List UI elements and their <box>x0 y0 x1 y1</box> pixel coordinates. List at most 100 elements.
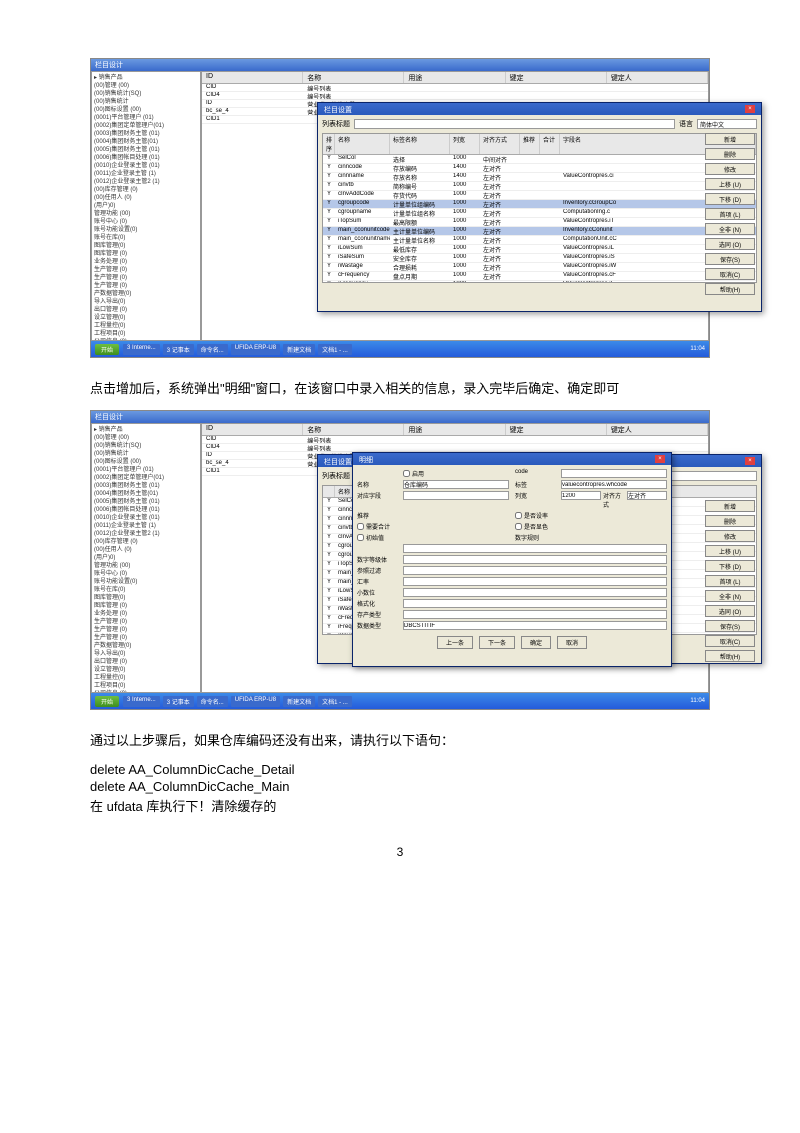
tree-item[interactable]: 工程项目(0) <box>94 330 198 338</box>
tree-item[interactable]: 工程量控(0) <box>94 674 198 682</box>
grid-row[interactable]: Ycinvtb简称编号1000左对齐 <box>323 182 756 191</box>
close-icon[interactable]: × <box>745 457 755 465</box>
taskbar-item[interactable]: UFIDA ERP-U8 <box>231 344 280 355</box>
dialog-button[interactable]: 首项 (L) <box>705 575 755 587</box>
tree-item[interactable]: 图库管理(0) <box>94 242 198 250</box>
tree-item[interactable]: 生产管理 (0) <box>94 634 198 642</box>
tree-item[interactable]: (0005)集团财务主管 (01) <box>94 498 198 506</box>
taskbar-item[interactable]: UFIDA ERP-U8 <box>231 696 280 707</box>
tree-item[interactable]: (00)库存管理 (0) <box>94 186 198 194</box>
dialog-button[interactable]: 全非 (N) <box>705 590 755 602</box>
dialog-button[interactable]: 新增 <box>705 500 755 512</box>
dialog-button[interactable]: 帮助(H) <box>705 650 755 662</box>
dialog-button[interactable]: 下移 (D) <box>705 560 755 572</box>
tree-panel[interactable]: ▸ 销售产品 (00)管理 (00) (00)销售统计(SQ) (00)销售统计… <box>91 71 201 341</box>
tree-item[interactable]: 设立管理(0) <box>94 666 198 674</box>
label-input[interactable] <box>561 480 667 489</box>
tree-item[interactable]: 管理功能 (00) <box>94 562 198 570</box>
tree-item[interactable]: (0005)集团财务主管 (01) <box>94 146 198 154</box>
dialog-button[interactable]: 上移 (U) <box>705 178 755 190</box>
columns-grid[interactable]: 排序名称标签名称列宽对齐方式推荐合计字段名 YSelCol选择1000中间对齐Y… <box>322 133 757 283</box>
grid-row[interactable]: YiWastage合理损耗1000左对齐ValueContropres.iW <box>323 263 756 272</box>
taskbar-item[interactable]: 文档1 - ... <box>318 344 352 355</box>
detail-button[interactable]: 上一条 <box>437 636 473 649</box>
list-title-input[interactable] <box>354 119 675 129</box>
tree-item[interactable]: 账号中心 (0) <box>94 218 198 226</box>
tree-item[interactable]: (0003)集团财务主管 (01) <box>94 130 198 138</box>
grid-row[interactable]: YiSafeSum安全库存1000左对齐ValueContropres.iS <box>323 254 756 263</box>
dialog-button[interactable]: 删除 <box>705 515 755 527</box>
tree-item[interactable]: 工程项目(0) <box>94 682 198 690</box>
tree-item[interactable]: (00)管理 (00) <box>94 82 198 90</box>
grid-row[interactable]: Ycinnname存放名称1400左对齐ValueContropres.ci <box>323 173 756 182</box>
sum-checkbox[interactable] <box>357 523 364 530</box>
width-input[interactable] <box>561 491 601 500</box>
start-button-2[interactable]: 开始 <box>95 696 119 707</box>
grid-row[interactable]: YcFrequency盘点月期1000左对齐ValueContropres.cF <box>323 272 756 281</box>
tree-item[interactable]: (0011)企业登录主管 (1) <box>94 522 198 530</box>
tree-item[interactable]: (0004)集团财务主管(01) <box>94 138 198 146</box>
grid-row[interactable]: YiFrequency盘点周期单位1000左对齐ValueContropres.… <box>323 281 756 283</box>
tree-item[interactable]: 公司信息 (0) <box>94 690 198 693</box>
taskbar-item[interactable]: 3 Interne... <box>123 696 160 707</box>
tree-item[interactable]: (00)库存管理 (0) <box>94 538 198 546</box>
grid-row[interactable]: Ycgroupcode计量单位组编码1000左对齐Inventory.cGrou… <box>323 200 756 209</box>
tree-item[interactable]: (0012)企业登录主管2 (1) <box>94 178 198 186</box>
taskbar-item[interactable]: 新建文档 <box>283 344 315 355</box>
taskbar-item[interactable]: 3 记事本 <box>163 696 194 707</box>
datatype-input[interactable] <box>403 621 667 630</box>
start-button[interactable]: 开始 <box>95 344 119 355</box>
tree-item[interactable]: 设立管理(0) <box>94 314 198 322</box>
tree-item[interactable]: 生产管理 (0) <box>94 618 198 626</box>
tree-item[interactable]: (0012)企业登录主管2 (1) <box>94 530 198 538</box>
tree-item[interactable]: 生产管理 (0) <box>94 282 198 290</box>
dialog-button[interactable]: 首项 (L) <box>705 208 755 220</box>
dialog-button[interactable]: 新增 <box>705 133 755 145</box>
dialog-button[interactable]: 帮助(H) <box>705 283 755 295</box>
tree-item[interactable]: (0006)集团帐目处理 (01) <box>94 506 198 514</box>
dialog-button[interactable]: 选同 (O) <box>705 605 755 617</box>
grid-row[interactable]: YiTopSum最高限额1000左对齐ValueContropres.iT <box>323 218 756 227</box>
tree-item[interactable]: (0010)企业登录主管 (01) <box>94 162 198 170</box>
grid-row[interactable]: YiLowSum最低库存1000左对齐ValueContropres.iL <box>323 245 756 254</box>
tree-item[interactable]: (0006)集团帐目处理 (01) <box>94 154 198 162</box>
code-input[interactable] <box>561 469 667 478</box>
tree-item[interactable]: (00)任用人 (0) <box>94 546 198 554</box>
tree-item[interactable]: (用户)0) <box>94 202 198 210</box>
tree-item[interactable]: 账号在库(0) <box>94 234 198 242</box>
tree-panel-2[interactable]: ▸ 销售产品 (00)管理 (00) (00)销售统计(SQ) (00)销售统计… <box>91 423 201 693</box>
tree-item[interactable]: 产数据管理(0) <box>94 290 198 298</box>
tree-item[interactable]: (0011)企业登录主管 (1) <box>94 170 198 178</box>
tree-item[interactable]: 公司信息 (0) <box>94 338 198 341</box>
tree-item[interactable]: (0002)集团定单管理户(01) <box>94 474 198 482</box>
tree-item[interactable]: 业务处理 (0) <box>94 610 198 618</box>
tree-item[interactable]: (用户)0) <box>94 554 198 562</box>
taskbar-item[interactable]: 命令名... <box>197 344 228 355</box>
language-input[interactable] <box>697 119 757 129</box>
close-icon[interactable]: × <box>745 105 755 113</box>
detail-button[interactable]: 确定 <box>521 636 551 649</box>
tree-item[interactable]: 账号在库(0) <box>94 586 198 594</box>
show-checkbox[interactable] <box>515 523 522 530</box>
taskbar-item[interactable]: 新建文档 <box>283 696 315 707</box>
tree-item[interactable]: 账号中心 (0) <box>94 570 198 578</box>
dialog-button[interactable]: 全非 (N) <box>705 223 755 235</box>
format-input[interactable] <box>403 599 667 608</box>
tree-item[interactable]: 图库管理 (0) <box>94 602 198 610</box>
align-input[interactable] <box>627 491 667 500</box>
tree-item[interactable]: (0001)平台管理户 (01) <box>94 466 198 474</box>
tree-item[interactable]: (00)销售统计(SQ) <box>94 90 198 98</box>
tree-item[interactable]: (00)图标设置 (00) <box>94 458 198 466</box>
tree-item[interactable]: 管理功能 (00) <box>94 210 198 218</box>
dialog-button[interactable]: 删除 <box>705 148 755 160</box>
tree-item[interactable]: (0010)企业登录主管 (01) <box>94 514 198 522</box>
init-checkbox[interactable] <box>357 534 364 541</box>
tree-item[interactable]: 账号功能设置(0) <box>94 578 198 586</box>
grid-row[interactable]: Ycinncode存放编码1400左对齐 <box>323 164 756 173</box>
filter-input[interactable] <box>403 566 667 575</box>
tree-item[interactable]: 图库管理 (0) <box>94 250 198 258</box>
tree-item[interactable]: 生产管理 (0) <box>94 274 198 282</box>
tree-item[interactable]: (0004)集团财务主管(01) <box>94 490 198 498</box>
tree-item[interactable]: (00)图标设置 (00) <box>94 106 198 114</box>
fieldname-input[interactable] <box>403 491 509 500</box>
